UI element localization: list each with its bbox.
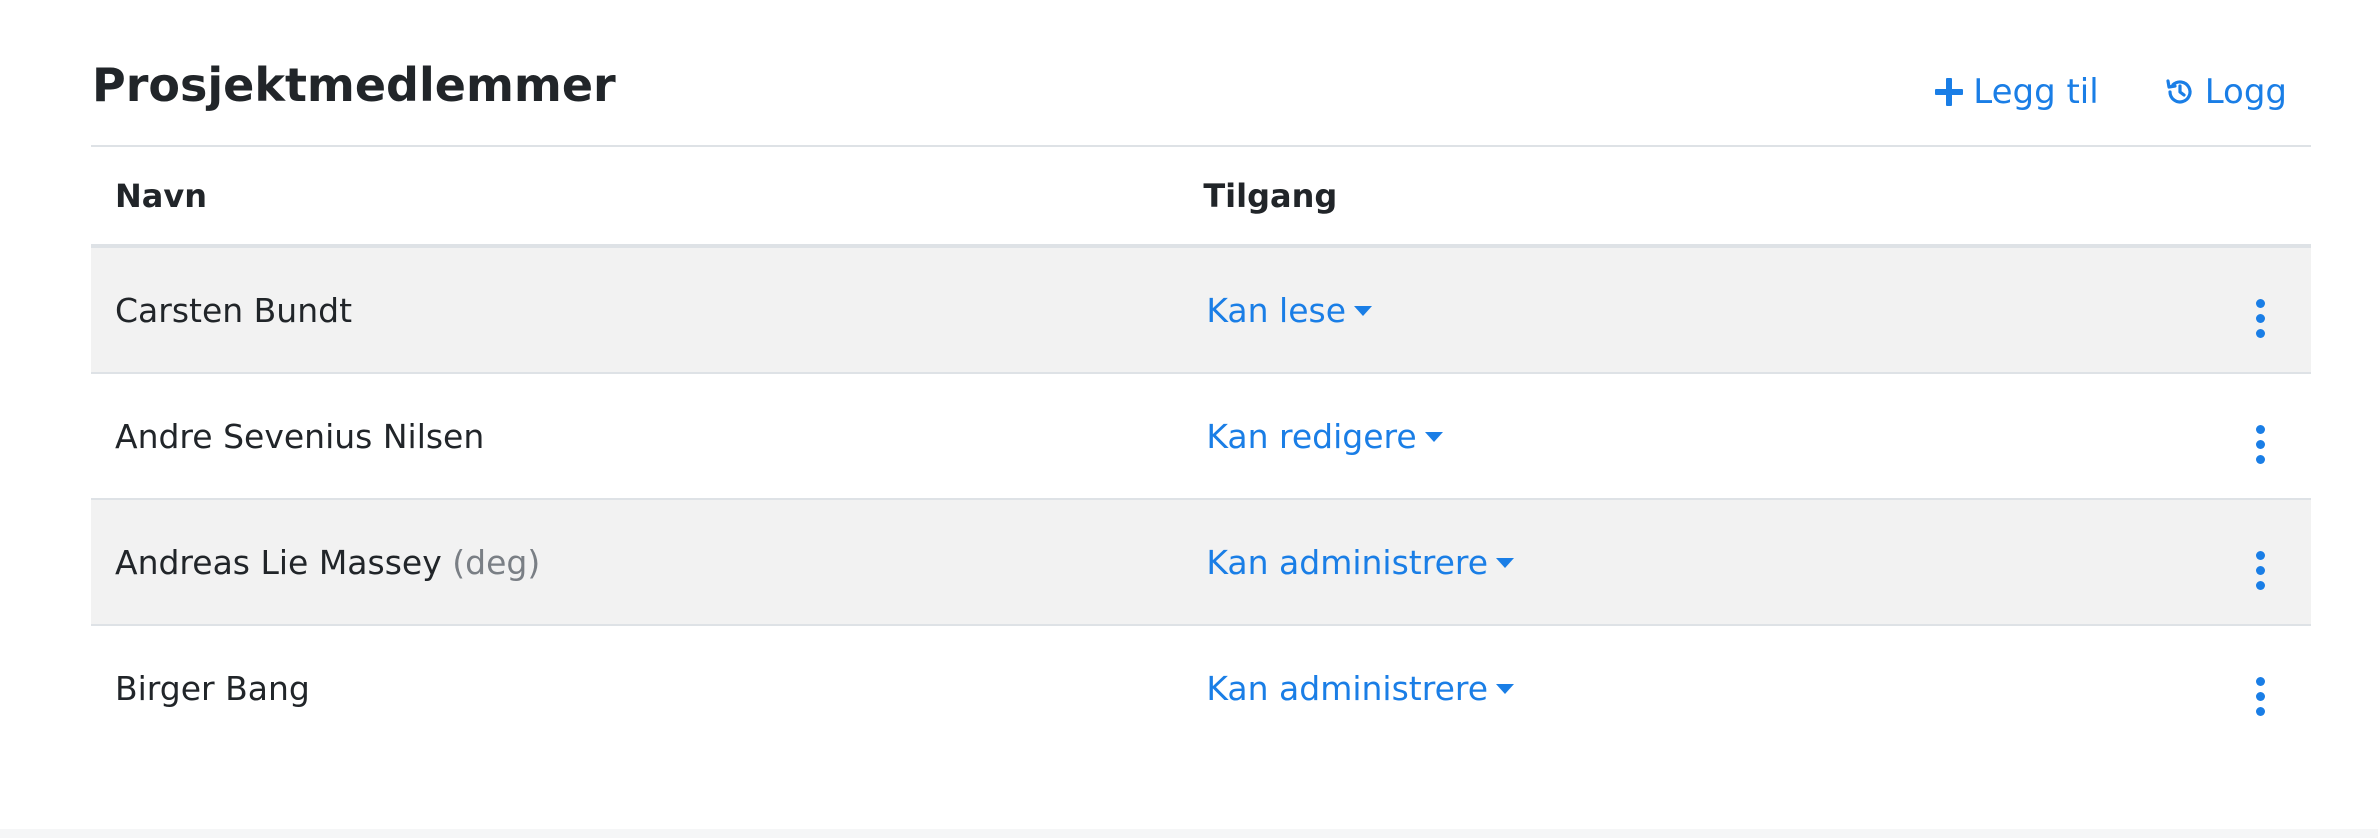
history-icon [2165,77,2195,107]
access-label: Kan lese [1206,290,1346,330]
table-row: Andre Sevenius Nilsen Kan redigere [91,373,2311,500]
plus-icon [1935,78,1964,106]
access-cell: Kan administrere [1179,625,2210,750]
access-cell: Kan redigere [1179,373,2211,500]
members-table: Navn Tilgang Carsten Bundt Kan lese Andr… [91,147,2311,750]
caret-down-icon [1424,432,1443,442]
table-row: Birger Bang Kan administrere [91,625,2311,750]
member-name: Carsten Bundt [115,290,353,330]
page-title: Prosjektmedlemmer [92,58,616,112]
member-name-cell: Andreas Lie Massey (deg) [91,499,1180,626]
access-dropdown[interactable]: Kan lese [1203,291,1372,330]
project-members-panel: Prosjektmedlemmer Legg til Logg Navn Til… [91,0,2311,750]
more-vertical-icon[interactable] [2246,419,2275,470]
current-user-badge: (deg) [452,542,541,582]
more-vertical-icon[interactable] [2246,293,2275,344]
member-name-cell: Andre Sevenius Nilsen [91,373,1180,500]
access-dropdown[interactable]: Kan redigere [1203,416,1443,456]
caret-down-icon [1354,306,1372,316]
table-row: Carsten Bundt Kan lese [91,246,2311,374]
access-cell: Kan lese [1179,246,2211,374]
access-cell: Kan administrere [1179,499,2211,626]
access-label: Kan redigere [1206,416,1417,456]
log-button[interactable]: Logg [2165,68,2287,116]
caret-down-icon [1496,558,1515,568]
more-vertical-icon[interactable] [2246,545,2275,596]
row-actions-cell [2210,499,2311,626]
column-header-actions [2210,147,2311,248]
caret-down-icon [1496,684,1515,694]
member-name-cell: Carsten Bundt [91,246,1180,374]
table-row: Andreas Lie Massey (deg) Kan administrer… [91,499,2311,626]
column-header-name: Navn [91,147,1180,248]
access-label: Kan administrere [1206,542,1489,582]
access-dropdown[interactable]: Kan administrere [1203,542,1515,582]
member-name: Birger Bang [115,668,310,708]
more-vertical-icon[interactable] [2246,671,2275,722]
add-member-button[interactable]: Legg til [1935,68,2099,116]
page-footer-strip [0,829,2378,838]
row-actions-cell [2210,373,2311,500]
member-name: Andreas Lie Massey [115,542,442,582]
row-actions-cell [2210,246,2311,374]
log-label: Logg [2204,72,2287,112]
row-actions-cell [2210,625,2311,750]
panel-header: Prosjektmedlemmer Legg til Logg [91,0,2311,147]
access-dropdown[interactable]: Kan administrere [1203,668,1515,708]
access-label: Kan administrere [1206,668,1489,708]
member-name: Andre Sevenius Nilsen [115,416,485,456]
add-member-label: Legg til [1973,72,2099,112]
header-actions: Legg til Logg [1935,68,2287,116]
table-header-row: Navn Tilgang [91,147,2311,248]
column-header-access: Tilgang [1179,147,2211,248]
member-name-cell: Birger Bang [91,625,1179,750]
